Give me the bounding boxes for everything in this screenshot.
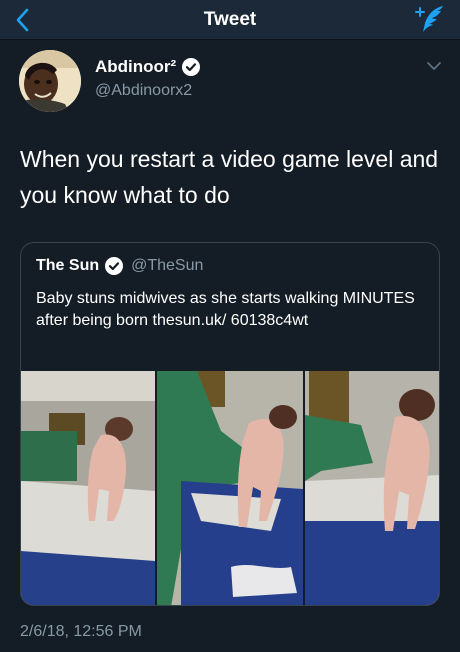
verified-badge-icon	[105, 257, 124, 275]
quoted-tweet-text: Baby stuns midwives as she starts walkin…	[36, 290, 415, 329]
media-panel-3	[305, 371, 439, 605]
quoted-tweet-card[interactable]: The Sun @TheSun Baby stuns midwives as s…	[20, 242, 440, 606]
author-name: Abdinoor²	[95, 57, 177, 76]
verified-badge-icon	[182, 58, 201, 76]
chevron-down-icon[interactable]	[426, 60, 442, 72]
quoted-author-handle: @TheSun	[131, 257, 204, 274]
avatar-image	[19, 50, 81, 112]
compose-feather-icon[interactable]	[412, 3, 446, 35]
page-title: Tweet	[203, 9, 257, 30]
quoted-author-name: The Sun	[36, 257, 100, 274]
media-panel-2	[157, 371, 303, 605]
author-handle[interactable]: @Abdinoorx2	[95, 82, 192, 100]
avatar[interactable]	[19, 50, 81, 112]
tweet-text: When you restart a video game level and …	[20, 146, 439, 208]
media-panel-1	[21, 371, 155, 605]
quoted-tweet-media-image[interactable]	[21, 371, 440, 606]
tweet-timestamp: 2/6/18, 12:56 PM	[20, 623, 142, 640]
top-navbar: Tweet	[0, 0, 460, 40]
quoted-tweet-header: The Sun @TheSun	[36, 257, 203, 275]
author-name-row[interactable]: Abdinoor²	[95, 57, 201, 77]
